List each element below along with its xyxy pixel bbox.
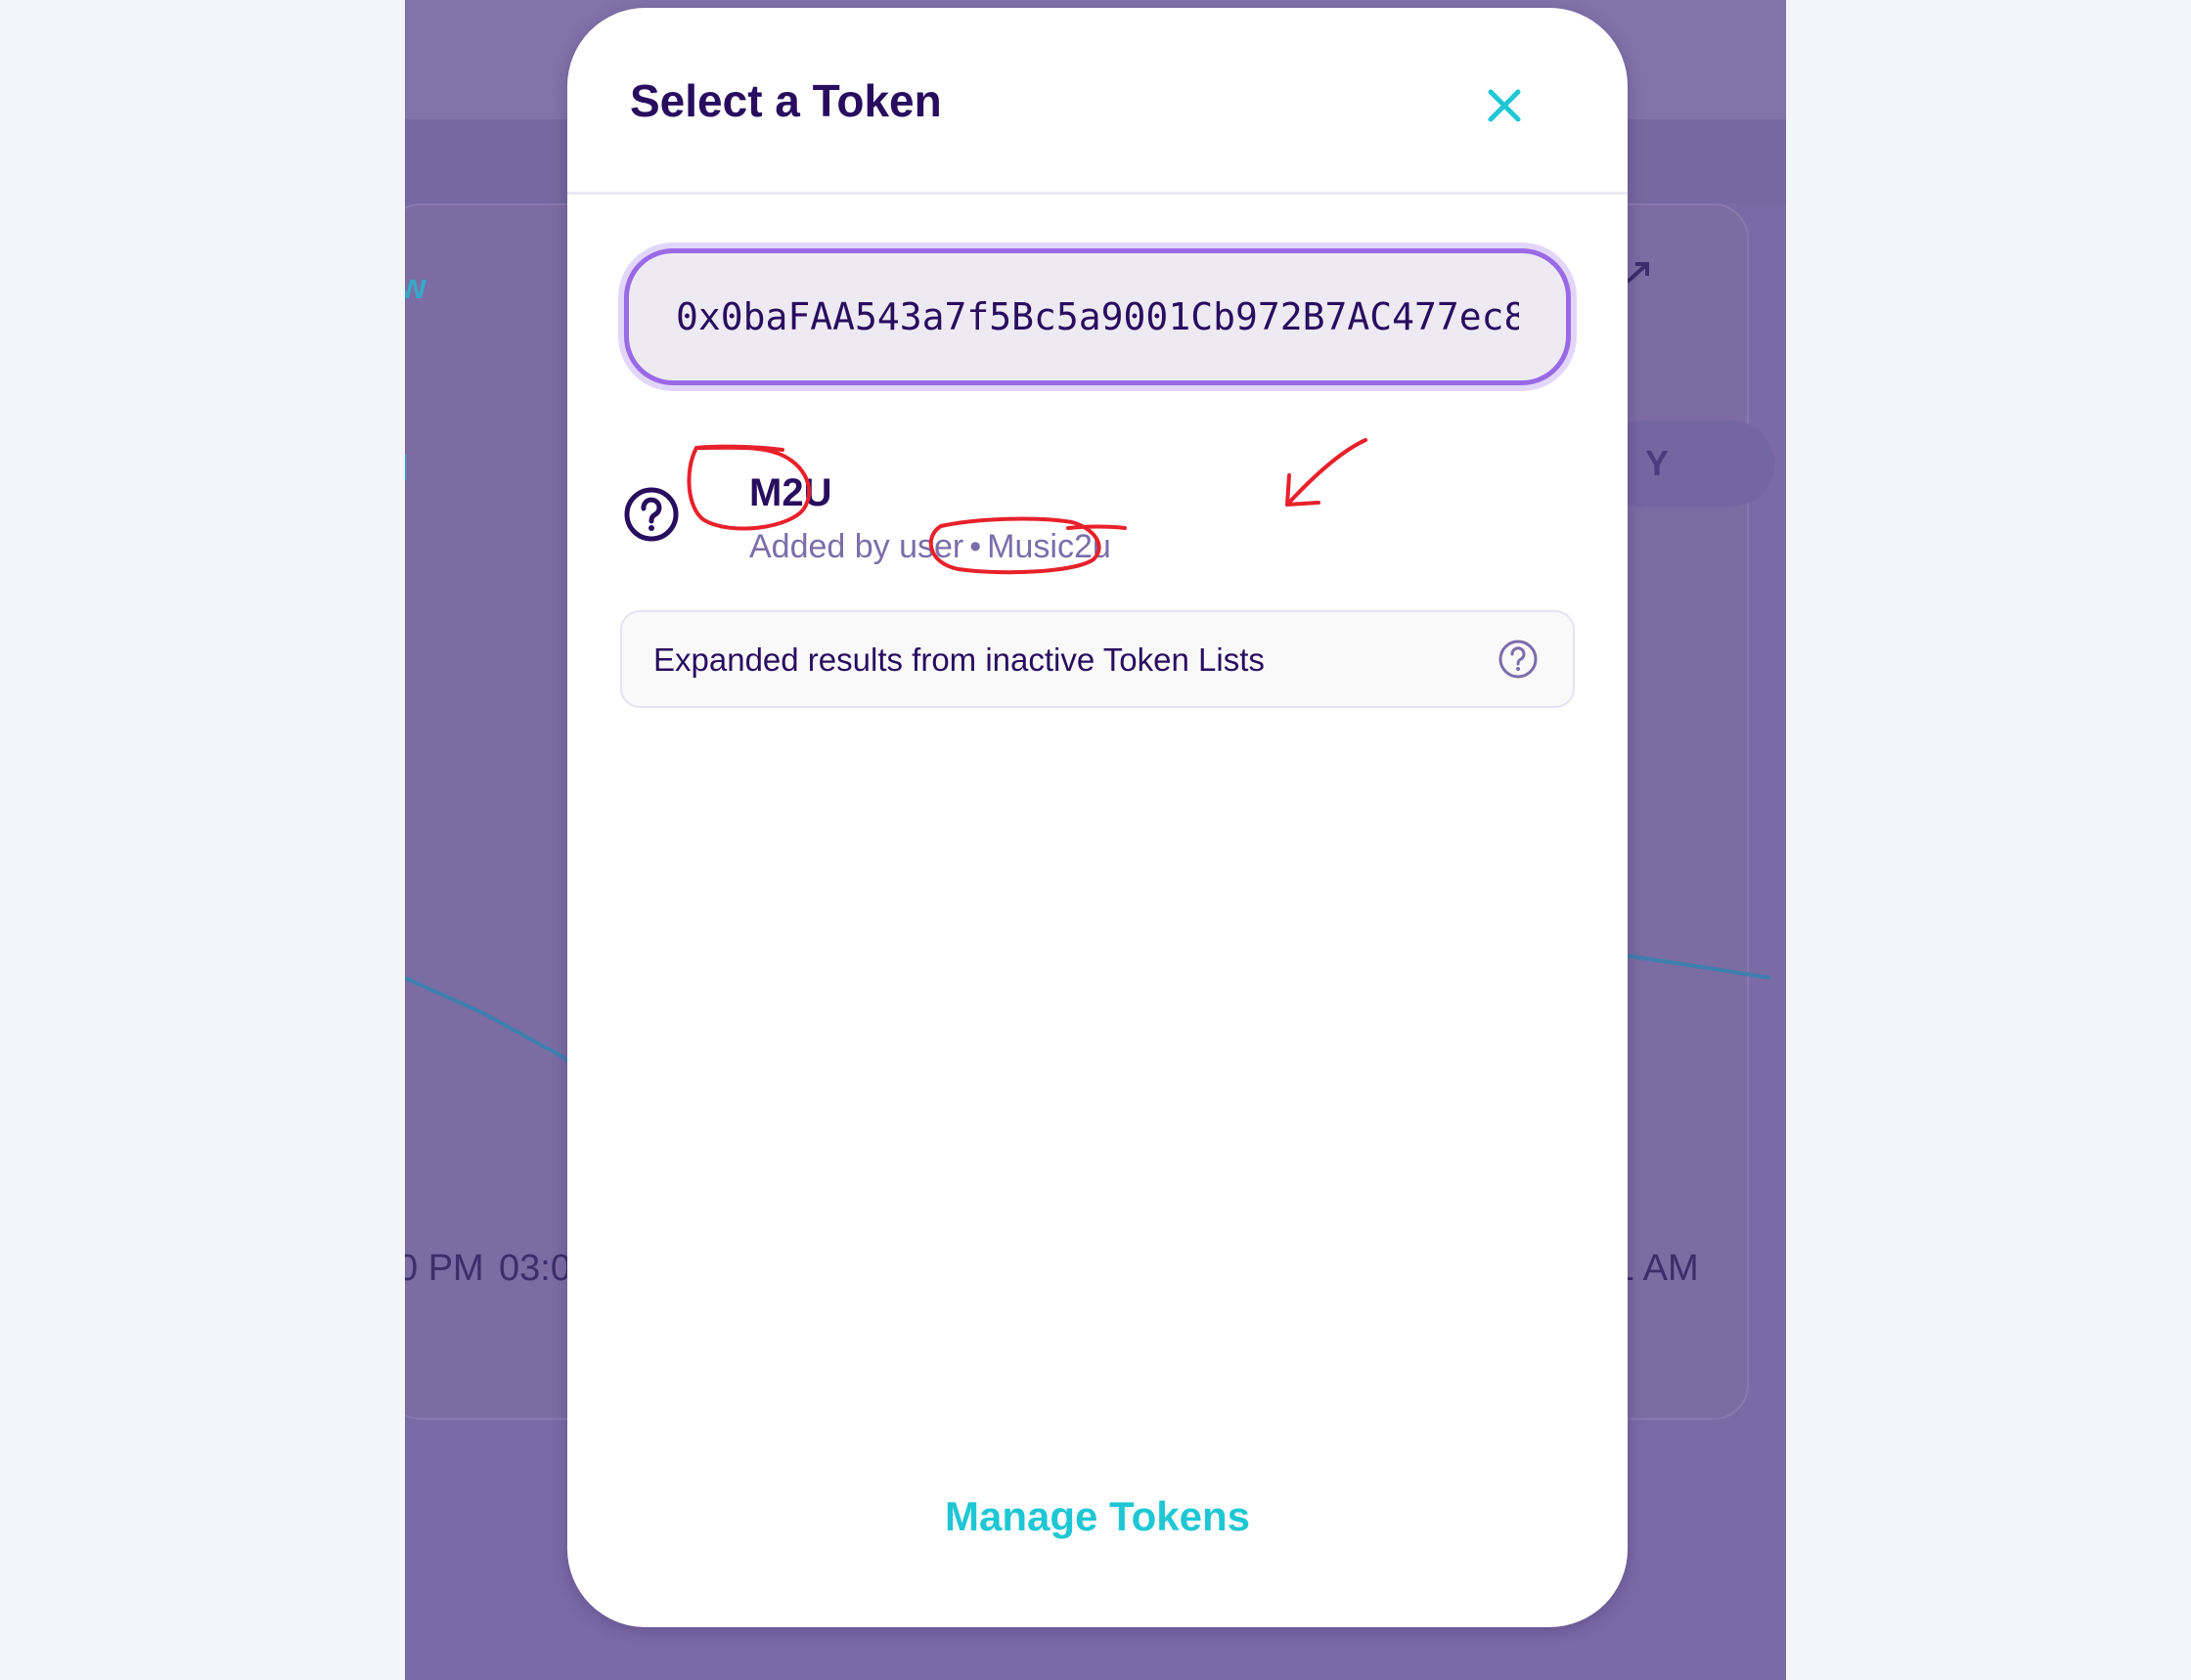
token-search-input[interactable] — [624, 248, 1571, 385]
question-circle-icon[interactable] — [1497, 638, 1540, 681]
token-name: Music2u — [987, 528, 1111, 565]
inactive-lists-label: Expanded results from inactive Token Lis… — [653, 641, 1265, 678]
question-circle-icon — [624, 487, 679, 542]
token-meta: Added by user • Music2u — [749, 528, 1111, 566]
modal-header: Select a Token — [567, 8, 1628, 195]
select-token-modal: Select a Token M2U Added by user•Music2u… — [567, 8, 1628, 1627]
token-meta-separator: • — [969, 528, 982, 565]
token-source: Added by user — [749, 528, 964, 565]
modal-title: Select a Token — [630, 75, 942, 126]
close-button[interactable] — [1475, 76, 1534, 135]
background-time-label: 0 PM — [405, 1248, 484, 1289]
background-marker-text: l — [405, 448, 409, 489]
manage-tokens-button[interactable]: Manage Tokens — [567, 1492, 1628, 1541]
background-pill-label: Y — [1644, 443, 1669, 483]
inactive-lists-panel[interactable]: Expanded results from inactive Token Lis… — [620, 610, 1575, 708]
background-link-text: w — [405, 266, 427, 306]
token-symbol: M2U — [749, 471, 832, 514]
close-icon — [1488, 89, 1521, 122]
token-list-item[interactable]: M2U Added by user • Music2u — [620, 436, 1579, 583]
background-time-label: 03:0 — [499, 1248, 571, 1289]
